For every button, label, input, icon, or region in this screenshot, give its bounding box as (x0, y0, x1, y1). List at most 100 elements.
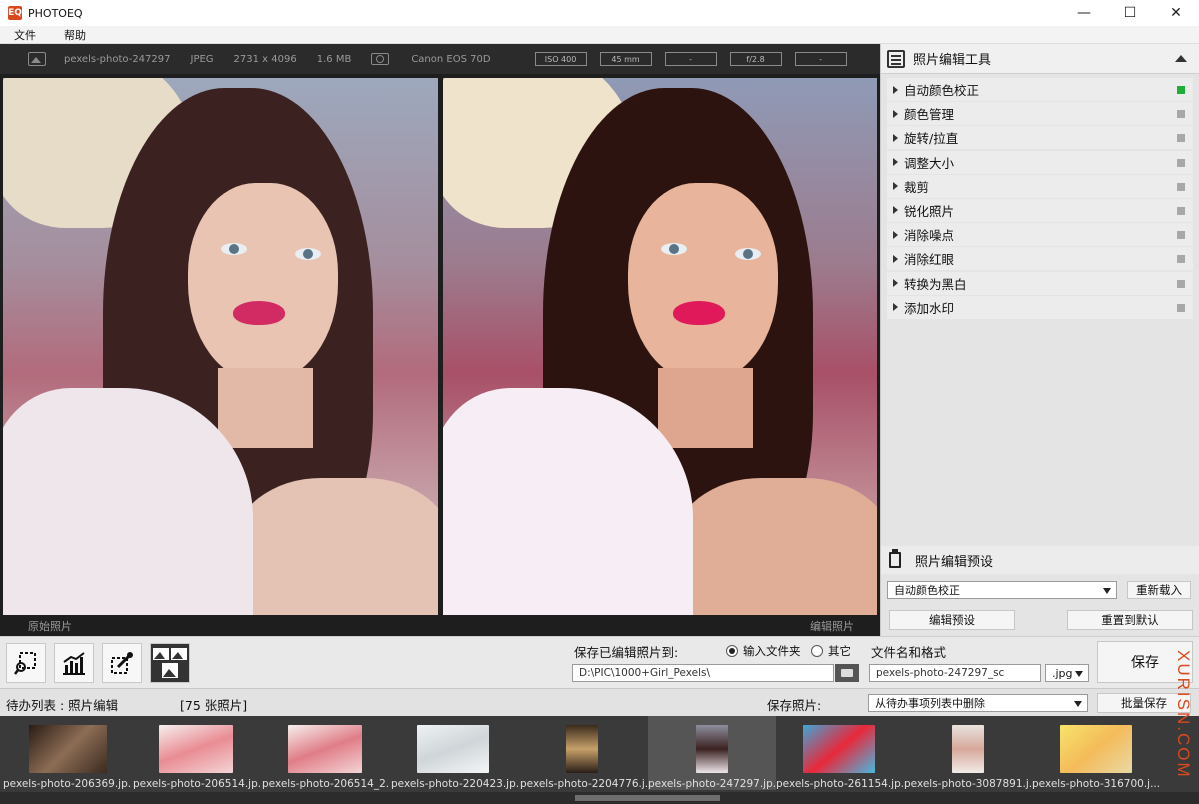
edit-preset-button[interactable]: 编辑预设 (889, 610, 1015, 630)
reload-button[interactable]: 重新载入 (1127, 581, 1191, 599)
preset-selected-value: 自动颜色校正 (894, 584, 960, 597)
thumbnail-image (29, 725, 107, 773)
thumbnail-item-selected[interactable]: pexels-photo-247297.jp... (648, 716, 776, 790)
close-icon[interactable]: ✕ (1153, 0, 1199, 26)
thumbnail-item[interactable]: pexels-photo-3087891.j... (904, 716, 1032, 790)
thumbnail-item[interactable]: pexels-photo-2204776.j... (520, 716, 648, 790)
thumbnail-item[interactable]: pexels-photo-206514_2... (262, 716, 390, 790)
thumbnail-item[interactable]: pexels-photo-206514.jp... (133, 716, 261, 790)
status-indicator[interactable] (1177, 279, 1185, 288)
watermark-logo: XURISN.COM (1174, 650, 1193, 779)
status-indicator[interactable] (1177, 206, 1185, 215)
edit-tools-panel: 照片编辑工具 自动颜色校正 颜色管理 旋转/拉直 调整大小 裁剪 锐化照片 消除… (880, 44, 1199, 636)
thumbnail-name: pexels-photo-206369.jp... (3, 778, 131, 790)
minimize-icon[interactable]: — (1061, 0, 1107, 26)
dropdown-caret-icon (1074, 701, 1082, 707)
tool-label: 自动颜色校正 (904, 83, 980, 98)
tool-rotate-straighten[interactable]: 旋转/拉直 (887, 126, 1193, 150)
tool-black-white[interactable]: 转换为黑白 (887, 271, 1193, 295)
collapse-up-icon[interactable] (1175, 55, 1187, 62)
menu-help[interactable]: 帮助 (50, 27, 100, 43)
thumbnail-image (288, 725, 362, 773)
filename-input[interactable]: pexels-photo-247297_sc (869, 664, 1041, 682)
radio-other-label[interactable]: 其它 (828, 643, 851, 659)
status-indicator[interactable] (1177, 110, 1185, 119)
sliders-icon (887, 49, 905, 68)
save-path-input[interactable]: D:\PIC\1000+Girl_Pexels\ (572, 664, 834, 682)
compare-view-icon[interactable] (150, 643, 190, 683)
status-indicator[interactable] (1177, 182, 1185, 191)
thumbnail-image (803, 725, 875, 773)
tool-crop[interactable]: 裁剪 (887, 174, 1193, 198)
status-indicator[interactable] (1177, 158, 1185, 167)
thumbnail-item[interactable]: pexels-photo-206369.jp... (3, 716, 131, 790)
preset-select[interactable]: 自动颜色校正 (887, 581, 1117, 599)
histogram-icon[interactable] (54, 643, 94, 683)
exif-exposure: - (664, 52, 717, 66)
extension-select[interactable]: .jpg (1045, 664, 1089, 682)
expand-arrow-icon (893, 182, 898, 191)
tool-auto-color[interactable]: 自动颜色校正 (887, 78, 1193, 101)
status-indicator[interactable] (1177, 231, 1185, 240)
tool-color-management[interactable]: 颜色管理 (887, 102, 1193, 126)
expand-arrow-icon (893, 158, 898, 167)
exif-iso: ISO 400 (534, 52, 587, 66)
eyedropper-icon[interactable] (102, 643, 142, 683)
thumbnail-name: pexels-photo-206514_2... (262, 778, 390, 790)
tool-denoise[interactable]: 消除噪点 (887, 223, 1193, 247)
reset-default-button[interactable]: 重置到默认 (1067, 610, 1193, 630)
tool-watermark[interactable]: 添加水印 (887, 295, 1193, 319)
presets-header: 照片编辑预设 (881, 546, 1199, 574)
thumbnail-item[interactable]: pexels-photo-261154.jp... (776, 716, 904, 790)
tool-label: 消除噪点 (904, 228, 955, 244)
zoom-select-icon[interactable] (6, 643, 46, 683)
edited-photo[interactable] (443, 78, 877, 615)
status-indicator[interactable] (1177, 303, 1185, 312)
tool-sharpen[interactable]: 锐化照片 (887, 198, 1193, 222)
thumbnail-item[interactable]: pexels-photo-316700.j... (1032, 716, 1160, 790)
expand-arrow-icon (893, 254, 898, 263)
thumbnail-image (566, 725, 598, 773)
thumbnail-name: pexels-photo-261154.jp... (776, 778, 904, 790)
browse-folder-icon[interactable] (835, 664, 859, 682)
status-indicator[interactable] (1177, 134, 1185, 143)
radio-input-folder-label[interactable]: 输入文件夹 (743, 643, 801, 659)
app-title: PHOTOEQ (28, 6, 83, 20)
status-indicator[interactable] (1177, 86, 1185, 94)
after-save-select[interactable]: 从待办事项列表中删除 (868, 694, 1088, 712)
tool-label: 消除红眼 (904, 252, 955, 268)
window-controls: — ☐ ✕ (1061, 0, 1199, 26)
horizontal-scrollbar[interactable] (0, 792, 1199, 804)
tool-red-eye[interactable]: 消除红眼 (887, 247, 1193, 271)
menu-file[interactable]: 文件 (0, 27, 50, 43)
info-format: JPEG (190, 53, 214, 65)
photo-info-bar: pexels-photo-247297 JPEG 2731 x 4096 1.6… (0, 44, 880, 74)
tool-label: 调整大小 (904, 155, 955, 171)
maximize-icon[interactable]: ☐ (1107, 0, 1153, 26)
thumbnail-image (417, 725, 489, 773)
image-icon (28, 52, 46, 66)
scrollbar-thumb[interactable] (575, 795, 720, 801)
radio-input-folder[interactable] (726, 645, 738, 657)
save-photos-label: 保存照片: (767, 698, 822, 713)
thumbnail-name: pexels-photo-316700.j... (1032, 778, 1160, 790)
expand-arrow-icon (893, 206, 898, 215)
app-logo-icon: EQ (8, 6, 22, 20)
bottom-toolbar: 保存已编辑照片到: 输入文件夹 其它 D:\PIC\1000+Girl_Pexe… (0, 636, 1199, 688)
exif-aperture: f/2.8 (729, 52, 782, 66)
thumbnail-item[interactable]: pexels-photo-220423.jp... (391, 716, 519, 790)
info-size: 1.6 MB (316, 53, 352, 65)
title-bar: EQ PHOTOEQ — ☐ ✕ (0, 0, 1199, 26)
photo-viewer: 原始照片 编辑照片 (0, 74, 880, 636)
tools-list: 自动颜色校正 颜色管理 旋转/拉直 调整大小 裁剪 锐化照片 消除噪点 消除红眼… (881, 74, 1199, 319)
status-indicator[interactable] (1177, 255, 1185, 264)
queue-label: 待办列表 : 照片编辑 (6, 698, 119, 713)
tools-panel-header[interactable]: 照片编辑工具 (881, 44, 1199, 74)
tool-label: 添加水印 (904, 300, 955, 316)
original-photo[interactable] (3, 78, 438, 615)
tool-resize[interactable]: 调整大小 (887, 150, 1193, 174)
radio-other[interactable] (811, 645, 823, 657)
tool-label: 裁剪 (904, 179, 930, 195)
dropdown-caret-icon (1103, 588, 1111, 594)
save-section: 保存已编辑照片到: 输入文件夹 其它 D:\PIC\1000+Girl_Pexe… (564, 637, 1199, 689)
